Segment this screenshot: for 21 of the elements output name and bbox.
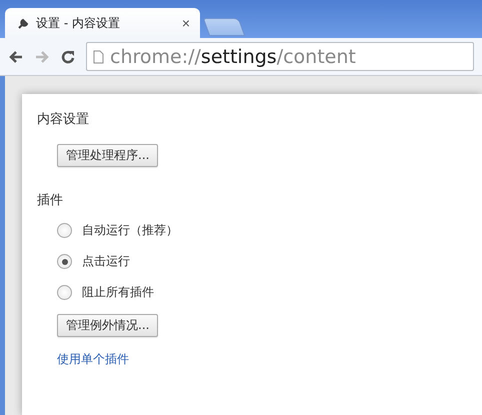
radio-button[interactable] <box>57 223 72 238</box>
plugins-link[interactable]: 使用单个插件 <box>57 351 129 368</box>
section-heading: 插件 <box>37 192 63 209</box>
address-bar[interactable]: chrome://settings/content <box>86 42 474 71</box>
radio-option[interactable]: 自动运行（推荐） <box>57 215 178 246</box>
radio-button[interactable] <box>57 254 72 269</box>
browser-tab[interactable]: 设置 - 内容设置 × <box>5 8 200 38</box>
forward-button[interactable] <box>34 48 50 64</box>
manage-handlers-button[interactable]: 管理处理程序... <box>57 144 158 167</box>
radio-option[interactable]: 点击运行 <box>57 246 130 277</box>
back-button[interactable] <box>8 48 24 64</box>
page-icon <box>93 50 104 64</box>
reload-button[interactable] <box>60 48 76 64</box>
radio-option[interactable]: 阻止所有插件 <box>57 277 154 308</box>
dialog-title: 内容设置 <box>37 111 89 128</box>
tab-title: 设置 - 内容设置 <box>36 14 121 32</box>
new-tab-button[interactable] <box>202 18 246 36</box>
close-button[interactable]: × <box>182 15 190 31</box>
wrench-icon <box>17 16 30 30</box>
manage-exceptions-button[interactable]: 管理例外情况... <box>57 314 158 337</box>
radio-button[interactable] <box>57 285 72 300</box>
